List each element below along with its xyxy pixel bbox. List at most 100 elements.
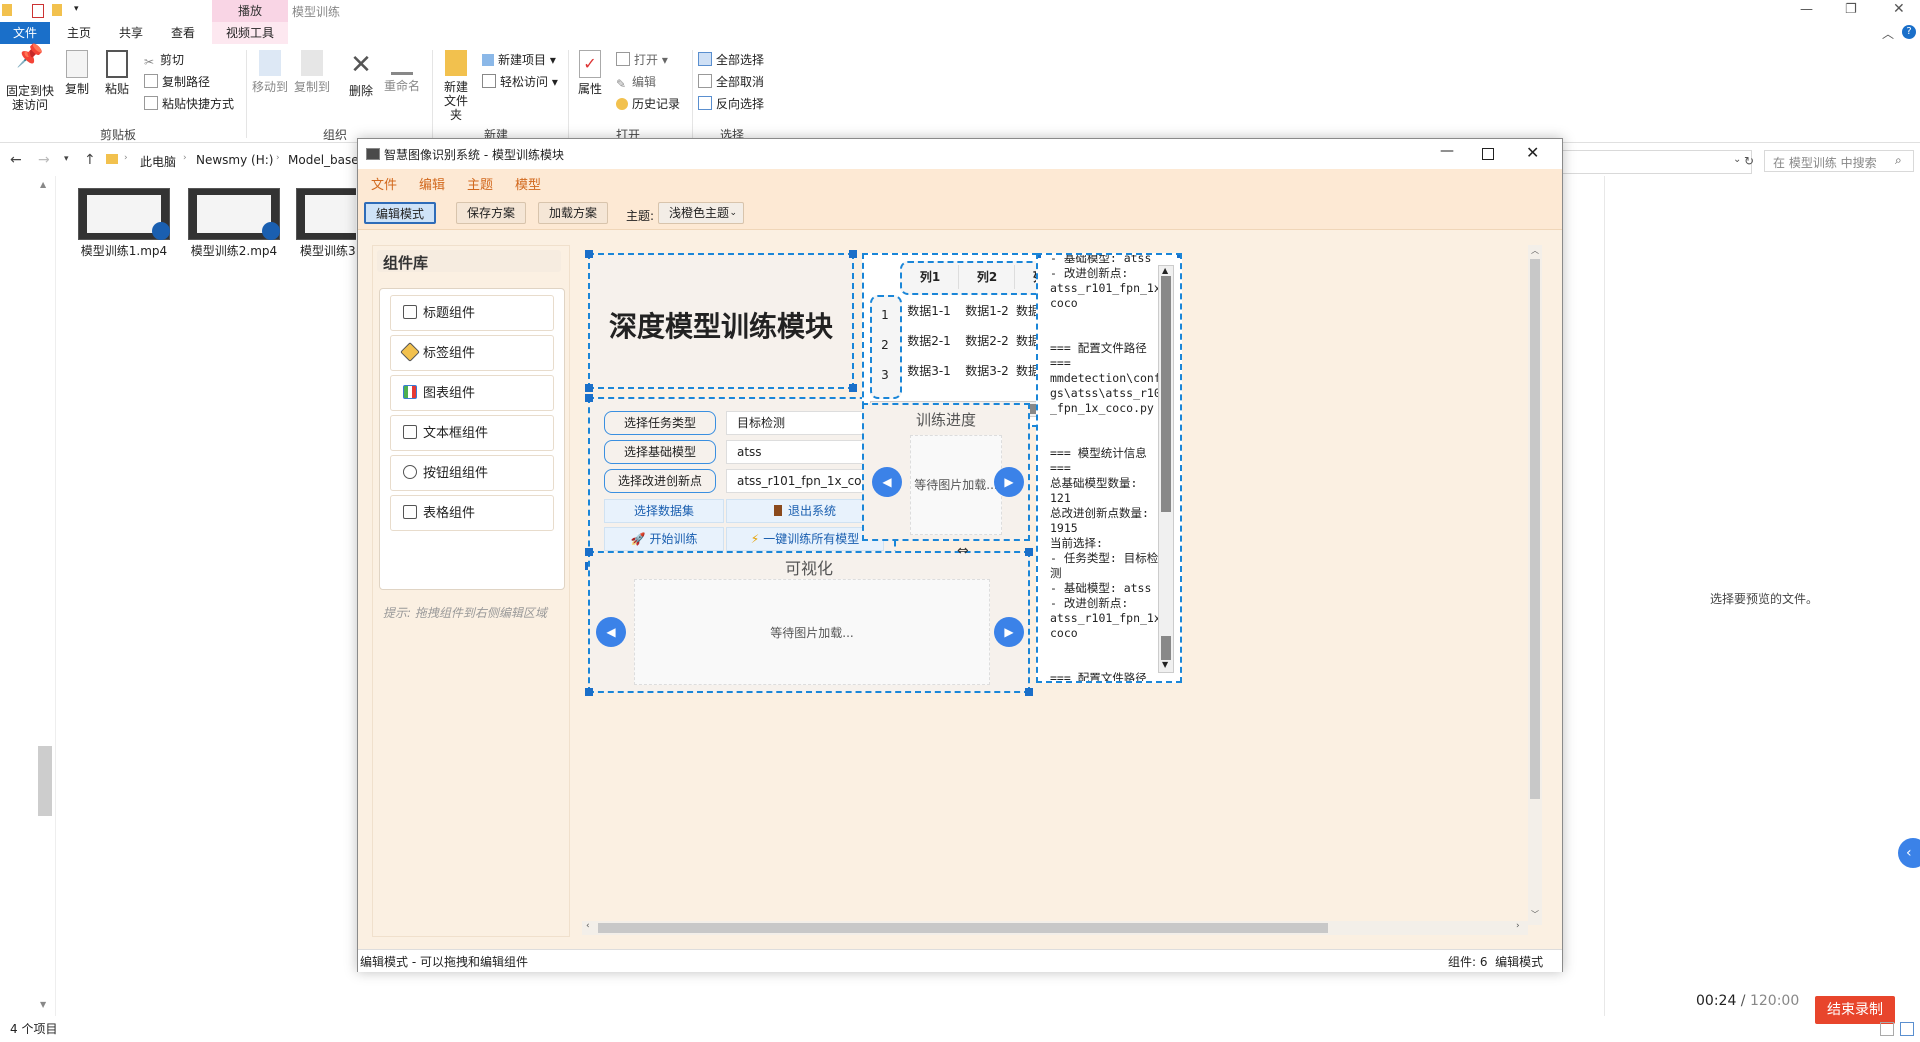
pin-quick-access-button[interactable]: 📌 固定到快速访问 bbox=[4, 46, 56, 113]
load-plan-button[interactable]: 加载方案 bbox=[538, 202, 609, 224]
select-none-button[interactable]: 全部取消 bbox=[698, 72, 764, 92]
resize-handle[interactable] bbox=[1025, 548, 1033, 556]
train-all-models-button[interactable]: ⚡ 一键训练所有模型 bbox=[726, 527, 884, 551]
theme-select[interactable]: 浅橙色主题 ⌄ bbox=[658, 202, 744, 224]
minimize-icon[interactable]: — bbox=[1440, 143, 1454, 159]
copy-to-button[interactable]: 复制到 bbox=[292, 50, 332, 94]
table-cell[interactable]: 数据2-2 bbox=[958, 329, 1016, 353]
scrollbar-thumb[interactable] bbox=[1530, 259, 1540, 799]
copy-button[interactable]: 复制 bbox=[60, 50, 94, 96]
exit-system-button[interactable]: 退出系统 bbox=[726, 499, 884, 523]
new-item-button[interactable]: 新建项目 ▾ bbox=[482, 50, 556, 70]
column-header[interactable]: 列2 bbox=[958, 265, 1015, 289]
easy-access-button[interactable]: 轻松访问 ▾ bbox=[482, 72, 558, 92]
restore-icon[interactable]: ❐ bbox=[1845, 2, 1857, 17]
resize-handle[interactable] bbox=[585, 384, 593, 392]
component-title[interactable]: 标题组件 bbox=[390, 295, 554, 331]
select-all-button[interactable]: 全部选择 bbox=[698, 50, 764, 70]
canvas-vscrollbar[interactable]: ︿ ﹀ bbox=[1528, 245, 1542, 925]
nav-scrollbar-thumb[interactable] bbox=[38, 746, 52, 816]
details-view-icon[interactable] bbox=[1880, 1022, 1894, 1036]
next-image-button[interactable]: ▶ bbox=[994, 617, 1024, 647]
column-header[interactable]: 列1 bbox=[902, 265, 958, 289]
menu-file[interactable]: 文件 bbox=[371, 174, 397, 193]
menu-edit[interactable]: 编辑 bbox=[419, 174, 445, 193]
scroll-up-icon[interactable]: ▲ bbox=[40, 180, 46, 189]
chevron-down-icon[interactable]: ⌄ bbox=[1733, 154, 1741, 165]
maximize-icon[interactable] bbox=[1482, 148, 1494, 160]
component-chart[interactable]: 图表组件 bbox=[390, 375, 554, 411]
title-panel[interactable]: 深度模型训练模块 bbox=[585, 250, 857, 392]
search-input[interactable]: 在 模型训练 中搜索 ⌕ bbox=[1764, 150, 1914, 172]
table-cell[interactable]: 数据3-2 bbox=[958, 359, 1016, 383]
resize-handle[interactable] bbox=[849, 250, 857, 258]
scroll-down-icon[interactable]: ▼ bbox=[1162, 660, 1168, 669]
select-task-type-button[interactable]: 选择任务类型 bbox=[604, 411, 716, 435]
resize-handle[interactable] bbox=[1038, 255, 1041, 258]
collapse-ribbon-icon[interactable]: ︿ bbox=[1882, 25, 1894, 42]
resize-handle[interactable] bbox=[849, 384, 857, 392]
resize-handle[interactable] bbox=[585, 250, 593, 258]
scrollbar-thumb-lower[interactable] bbox=[1161, 636, 1171, 660]
button-group-panel[interactable]: 选择任务类型 目标检测 选择基础模型 atss 选择改进创新点 atss_r10… bbox=[585, 394, 899, 570]
scroll-down-icon[interactable]: ﹀ bbox=[1531, 909, 1539, 920]
file-item[interactable]: 模型训练2.mp4 bbox=[186, 188, 282, 258]
file-item[interactable]: 模型训练1.mp4 bbox=[76, 188, 172, 258]
visualization-panel[interactable]: 可视化 等待图片加载... ◀ ▶ bbox=[585, 548, 1033, 696]
row-header[interactable]: 3 bbox=[872, 363, 898, 387]
table-cell[interactable]: 数据1-2 bbox=[958, 299, 1016, 323]
side-panel-toggle-icon[interactable]: ‹ bbox=[1898, 838, 1920, 868]
text-log-panel[interactable]: - 基础模型: atss - 改进创新点: atss_r101_fpn_1x_ coc… bbox=[1036, 253, 1182, 683]
tab-share[interactable]: 共享 bbox=[110, 22, 152, 44]
training-progress-panel[interactable]: 训练进度 等待图片加载... ◀ ▶ bbox=[862, 403, 1030, 541]
scroll-right-icon[interactable]: › bbox=[1516, 921, 1520, 931]
rename-button[interactable]: 重命名 bbox=[382, 50, 422, 93]
resize-handle[interactable] bbox=[1177, 255, 1180, 258]
component-label[interactable]: 标签组件 bbox=[390, 335, 554, 371]
breadcrumb-folder[interactable]: Model_base bbox=[288, 153, 359, 167]
save-plan-button[interactable]: 保存方案 bbox=[456, 202, 527, 224]
row-header[interactable]: 1 bbox=[872, 303, 898, 327]
close-icon[interactable]: ✕ bbox=[1526, 143, 1539, 162]
paste-button[interactable]: 粘贴 bbox=[100, 50, 134, 96]
resize-handle[interactable] bbox=[585, 688, 593, 696]
invert-selection-button[interactable]: 反向选择 bbox=[698, 94, 764, 114]
log-text[interactable]: - 基础模型: atss - 改进创新点: atss_r101_fpn_1x_ coc… bbox=[1050, 255, 1168, 681]
component-textbox[interactable]: 文本框组件 bbox=[390, 415, 554, 451]
table-cell[interactable]: 数据2-1 bbox=[900, 329, 958, 353]
select-innovation-button[interactable]: 选择改进创新点 bbox=[604, 469, 716, 493]
log-vscrollbar[interactable]: ▲ ▼ bbox=[1158, 265, 1174, 673]
edit-mode-button[interactable]: 编辑模式 bbox=[364, 202, 437, 224]
edit-button[interactable]: ✎ 编辑 bbox=[616, 72, 656, 92]
tab-home[interactable]: 主页 bbox=[58, 22, 100, 44]
move-to-button[interactable]: 移动到 bbox=[250, 50, 290, 94]
start-training-button[interactable]: 🚀 开始训练 bbox=[604, 527, 724, 551]
refresh-icon[interactable]: ↻ bbox=[1744, 154, 1754, 168]
scrollbar-thumb[interactable] bbox=[1161, 276, 1171, 512]
scrollbar-thumb[interactable] bbox=[598, 923, 1328, 933]
history-button[interactable]: 历史记录 bbox=[616, 94, 680, 114]
tab-video-tools[interactable]: 视频工具 bbox=[212, 22, 288, 44]
copy-path-button[interactable]: 复制路径 bbox=[144, 72, 210, 92]
next-image-button[interactable]: ▶ bbox=[994, 467, 1024, 497]
stop-recording-button[interactable]: 结束录制 bbox=[1815, 996, 1895, 1024]
forward-arrow-icon[interactable]: → bbox=[38, 152, 50, 168]
folder-icon[interactable] bbox=[52, 4, 62, 16]
cut-button[interactable]: ✂ 剪切 bbox=[144, 50, 184, 70]
minimize-icon[interactable]: — bbox=[1800, 2, 1813, 17]
paste-shortcut-button[interactable]: 粘贴快捷方式 bbox=[144, 94, 234, 114]
file-item[interactable]: 模型训练3.mp4 bbox=[296, 188, 356, 258]
breadcrumb-drive[interactable]: Newsmy (H:) bbox=[196, 153, 273, 167]
help-icon[interactable]: ? bbox=[1902, 25, 1916, 39]
canvas-hscrollbar[interactable]: ‹ › bbox=[582, 921, 1528, 935]
tab-file[interactable]: 文件 bbox=[0, 22, 50, 44]
resize-handle[interactable] bbox=[585, 394, 593, 402]
properties-button[interactable]: ✓ 属性 bbox=[572, 50, 608, 96]
select-dataset-button[interactable]: 选择数据集 bbox=[604, 499, 724, 523]
select-base-model-button[interactable]: 选择基础模型 bbox=[604, 440, 716, 464]
resize-handle[interactable] bbox=[585, 548, 593, 556]
thumbnail-view-icon[interactable] bbox=[1900, 1022, 1914, 1036]
scroll-up-icon[interactable]: ︿ bbox=[1531, 245, 1539, 256]
component-button-group[interactable]: 按钮组组件 bbox=[390, 455, 554, 491]
scroll-down-icon[interactable]: ▼ bbox=[40, 1000, 46, 1009]
